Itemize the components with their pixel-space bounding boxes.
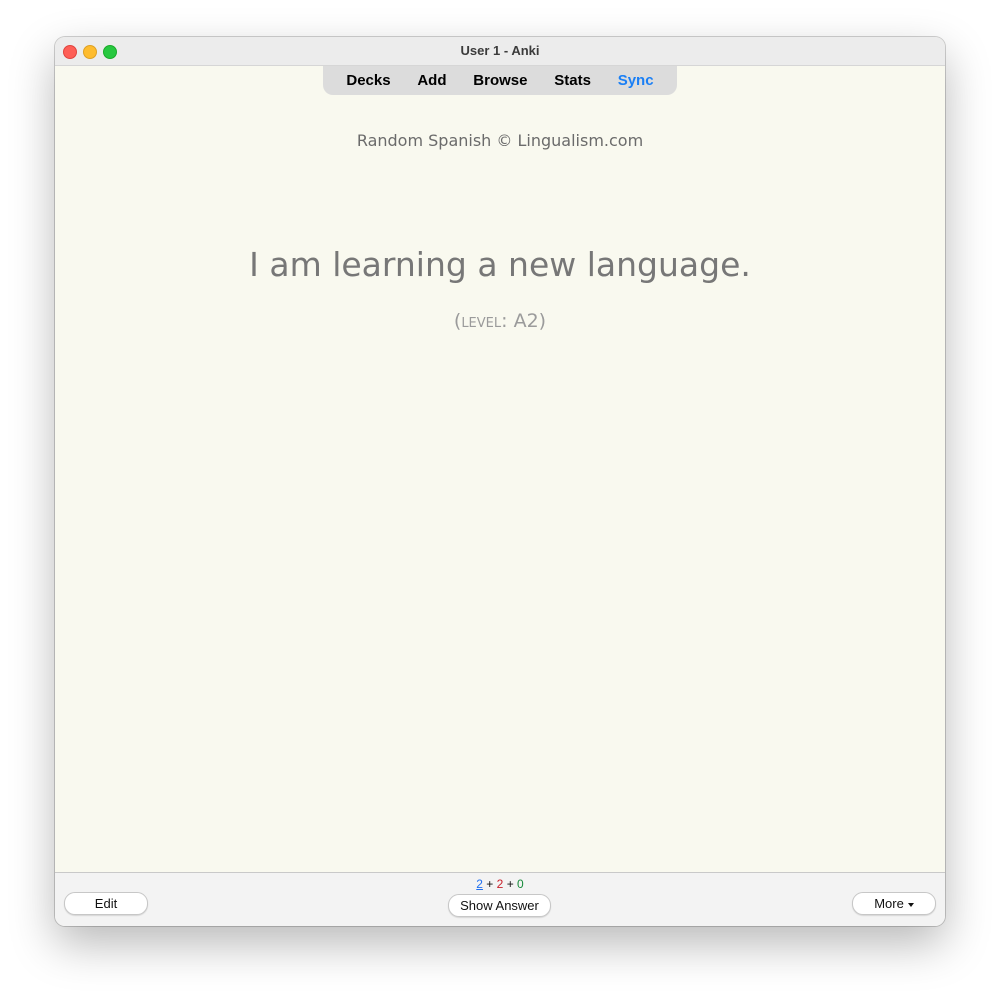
chevron-down-icon — [907, 902, 914, 907]
deck-credit: Random Spanish © Lingualism.com — [356, 131, 644, 150]
level-separator: : — [501, 310, 514, 332]
toolbar-stats-link[interactable]: Stats — [554, 72, 591, 89]
window-title: User 1 - Anki — [460, 43, 540, 58]
toolbar-decks-link[interactable]: Decks — [346, 72, 390, 89]
edit-button[interactable]: Edit — [64, 892, 148, 915]
show-answer-button[interactable]: Show Answer — [448, 894, 551, 917]
toolbar-sync-link[interactable]: Sync — [618, 72, 654, 89]
level-close-paren: ) — [538, 310, 547, 332]
review-count: 0 — [517, 877, 524, 891]
count-plus: + — [506, 877, 514, 891]
more-button-label: More — [874, 896, 904, 911]
toolbar-add-link[interactable]: Add — [417, 72, 446, 89]
card-content: Random Spanish © Lingualism.com I am lea… — [55, 95, 945, 872]
title-bar[interactable]: User 1 - Anki — [55, 37, 945, 66]
toolbar-browse-link[interactable]: Browse — [473, 72, 527, 89]
bottom-bar: Edit 2 + 2 + 0 Show Answer More — [55, 872, 945, 926]
count-plus: + — [486, 877, 494, 891]
card-front-sentence: I am learning a new language. — [249, 245, 751, 284]
new-count: 2 — [476, 877, 483, 891]
more-button[interactable]: More — [852, 892, 936, 915]
card-level: (level: A2) — [55, 310, 945, 332]
due-counts: 2 + 2 + 0 — [55, 877, 945, 891]
main-toolbar: Decks Add Browse Stats Sync — [323, 66, 677, 95]
anki-window: User 1 - Anki Decks Add Browse Stats Syn… — [55, 37, 945, 926]
learning-count: 2 — [496, 877, 504, 891]
level-key: level — [461, 310, 502, 332]
level-value: A2 — [513, 310, 539, 332]
